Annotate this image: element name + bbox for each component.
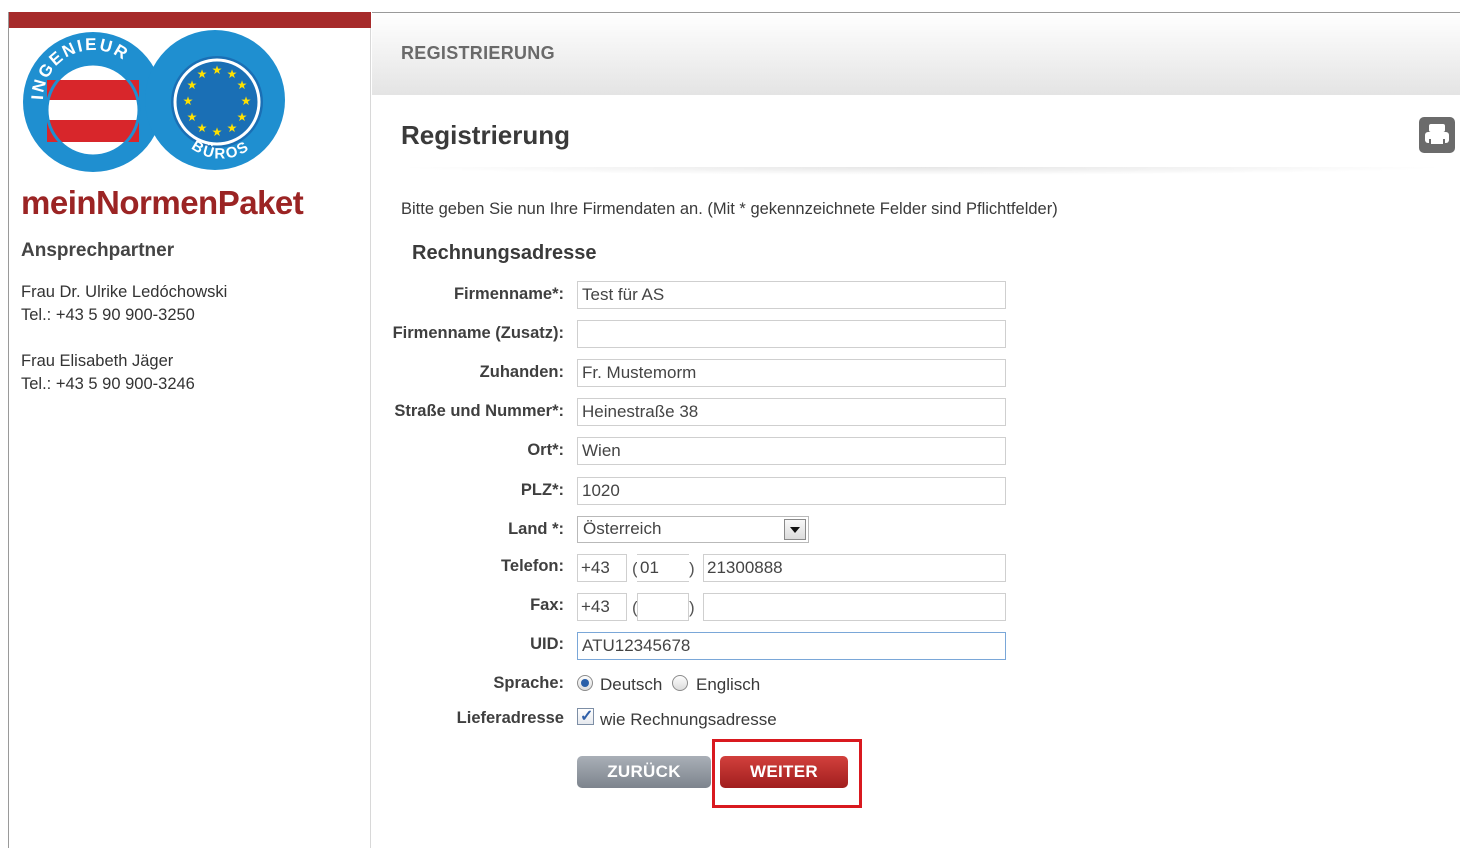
company-name-input[interactable]: [577, 281, 1006, 309]
chevron-down-icon[interactable]: [784, 519, 806, 540]
city-input[interactable]: [577, 437, 1006, 465]
company-name-extra-label: Firmenname (Zusatz):: [392, 324, 564, 342]
phone-country-input[interactable]: [577, 554, 627, 582]
window-top-margin: [0, 0, 1460, 12]
svg-text:★: ★: [187, 110, 198, 124]
svg-text:★: ★: [197, 121, 208, 135]
svg-text:★: ★: [212, 125, 223, 139]
phone-label: Telefon:: [501, 557, 564, 575]
delivery-address-label: Lieferadresse: [456, 709, 564, 727]
form-intro-text: Bitte geben Sie nun Ihre Firmendaten an.…: [401, 200, 1058, 218]
svg-text:★: ★: [183, 94, 194, 108]
contact-heading: Ansprechpartner: [21, 240, 175, 261]
postal-code-label: PLZ*:: [520, 481, 564, 499]
section-header: REGISTRIERUNG: [372, 13, 1460, 95]
contact-2-name: Frau Elisabeth Jäger: [21, 352, 174, 370]
fax-area-input[interactable]: [637, 593, 689, 621]
contact-1-name: Frau Dr. Ulrike Ledóchowski: [21, 283, 228, 301]
phone-number-input[interactable]: [703, 554, 1006, 582]
phone-area-input[interactable]: [637, 554, 689, 582]
fax-number-input[interactable]: [703, 593, 1006, 621]
contact-1: Frau Dr. Ulrike Ledóchowski Tel.: +43 5 …: [21, 281, 227, 327]
print-button[interactable]: [1419, 117, 1455, 153]
language-label: Sprache:: [493, 674, 564, 692]
street-label: Straße und Nummer*:: [394, 402, 564, 420]
contact-2: Frau Elisabeth Jäger Tel.: +43 5 90 900-…: [21, 350, 195, 396]
sidebar-accent-bar: [9, 12, 371, 28]
svg-text:★: ★: [237, 78, 248, 92]
checkmark-icon: ✓: [580, 708, 594, 725]
main-content: REGISTRIERUNG Registrierung Bitte geben …: [372, 13, 1460, 848]
fax-label: Fax:: [530, 596, 564, 614]
country-label: Land *:: [508, 520, 564, 538]
country-select[interactable]: Österreich: [577, 516, 809, 543]
title-divider: [392, 167, 1452, 175]
language-radio-deutsch[interactable]: [577, 675, 593, 691]
page-title: Registrierung: [401, 120, 571, 150]
company-name-extra-input[interactable]: [577, 320, 1006, 348]
street-input[interactable]: [577, 398, 1006, 426]
language-option-englisch[interactable]: Englisch: [696, 675, 760, 695]
svg-text:★: ★: [227, 121, 238, 135]
billing-address-title: Rechnungsadresse: [412, 242, 597, 264]
attention-label: Zuhanden:: [479, 363, 564, 381]
svg-text:★: ★: [241, 94, 252, 108]
next-button[interactable]: WEITER: [720, 756, 848, 788]
attention-input[interactable]: [577, 359, 1006, 387]
contact-1-phone: Tel.: +43 5 90 900-3250: [21, 306, 195, 324]
back-button[interactable]: ZURÜCK: [577, 756, 711, 788]
delivery-same-label[interactable]: wie Rechnungsadresse: [600, 710, 777, 730]
fax-paren-close: ): [689, 598, 695, 617]
ingenieurbueros-logo: ★ ★ ★ ★ ★ ★ ★ ★ ★ ★ ★ ★ INGENIEUR BÜROS: [23, 30, 285, 172]
svg-text:★: ★: [212, 63, 223, 77]
vat-id-input[interactable]: [577, 632, 1006, 660]
contact-2-phone: Tel.: +43 5 90 900-3246: [21, 375, 195, 393]
delivery-same-checkbox[interactable]: ✓: [577, 708, 594, 725]
company-name-label: Firmenname*:: [453, 285, 564, 303]
postal-code-input[interactable]: [577, 477, 1006, 505]
section-title: REGISTRIERUNG: [401, 43, 555, 63]
language-radio-englisch[interactable]: [672, 675, 688, 691]
country-select-value: Österreich: [583, 519, 662, 538]
language-option-deutsch[interactable]: Deutsch: [600, 675, 662, 695]
city-label: Ort*:: [527, 441, 564, 459]
svg-text:★: ★: [237, 110, 248, 124]
sidebar: ★ ★ ★ ★ ★ ★ ★ ★ ★ ★ ★ ★ INGENIEUR BÜROS …: [9, 12, 371, 848]
brand-name: meinNormenPaket: [21, 184, 304, 221]
svg-text:★: ★: [197, 67, 208, 81]
vat-id-label: UID:: [530, 635, 564, 653]
phone-paren-close: ): [689, 559, 695, 578]
fax-country-input[interactable]: [577, 593, 627, 621]
